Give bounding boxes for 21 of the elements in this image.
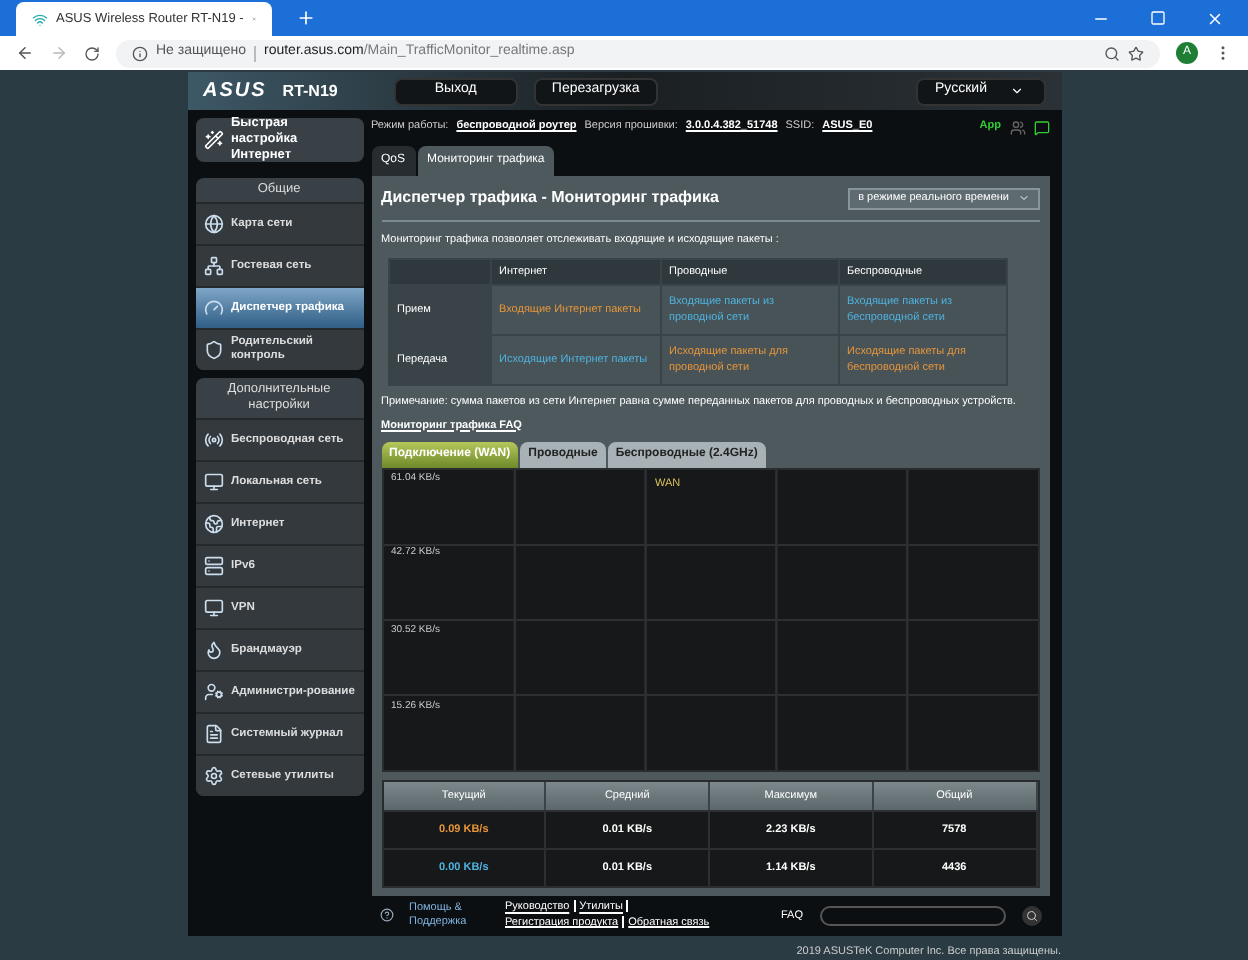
wifi-icon (32, 11, 48, 28)
zoom-icon[interactable] (1104, 45, 1120, 62)
search-button[interactable] (1021, 905, 1041, 926)
model-name: RT-N19 (282, 79, 338, 103)
help-icon (379, 908, 393, 923)
caret-icon (1017, 192, 1029, 204)
bookmark-icon[interactable] (1128, 45, 1144, 62)
reload-icon[interactable] (84, 45, 100, 62)
maximize-icon[interactable] (1150, 10, 1166, 27)
info-icon (132, 45, 148, 62)
chat-icon[interactable] (1033, 119, 1049, 135)
search-icon (1025, 909, 1037, 922)
faq-search-field[interactable] (819, 905, 1005, 926)
wand-icon (203, 130, 223, 150)
close-window-icon[interactable] (1206, 10, 1224, 29)
back-icon[interactable] (16, 44, 34, 63)
new-tab-icon[interactable] (296, 8, 316, 29)
logo: ASUS (203, 78, 267, 106)
page-title: Диспетчер трафика - Мониторинг трафика (381, 186, 719, 210)
caret-icon (1010, 84, 1025, 98)
users-icon[interactable] (1009, 119, 1025, 135)
